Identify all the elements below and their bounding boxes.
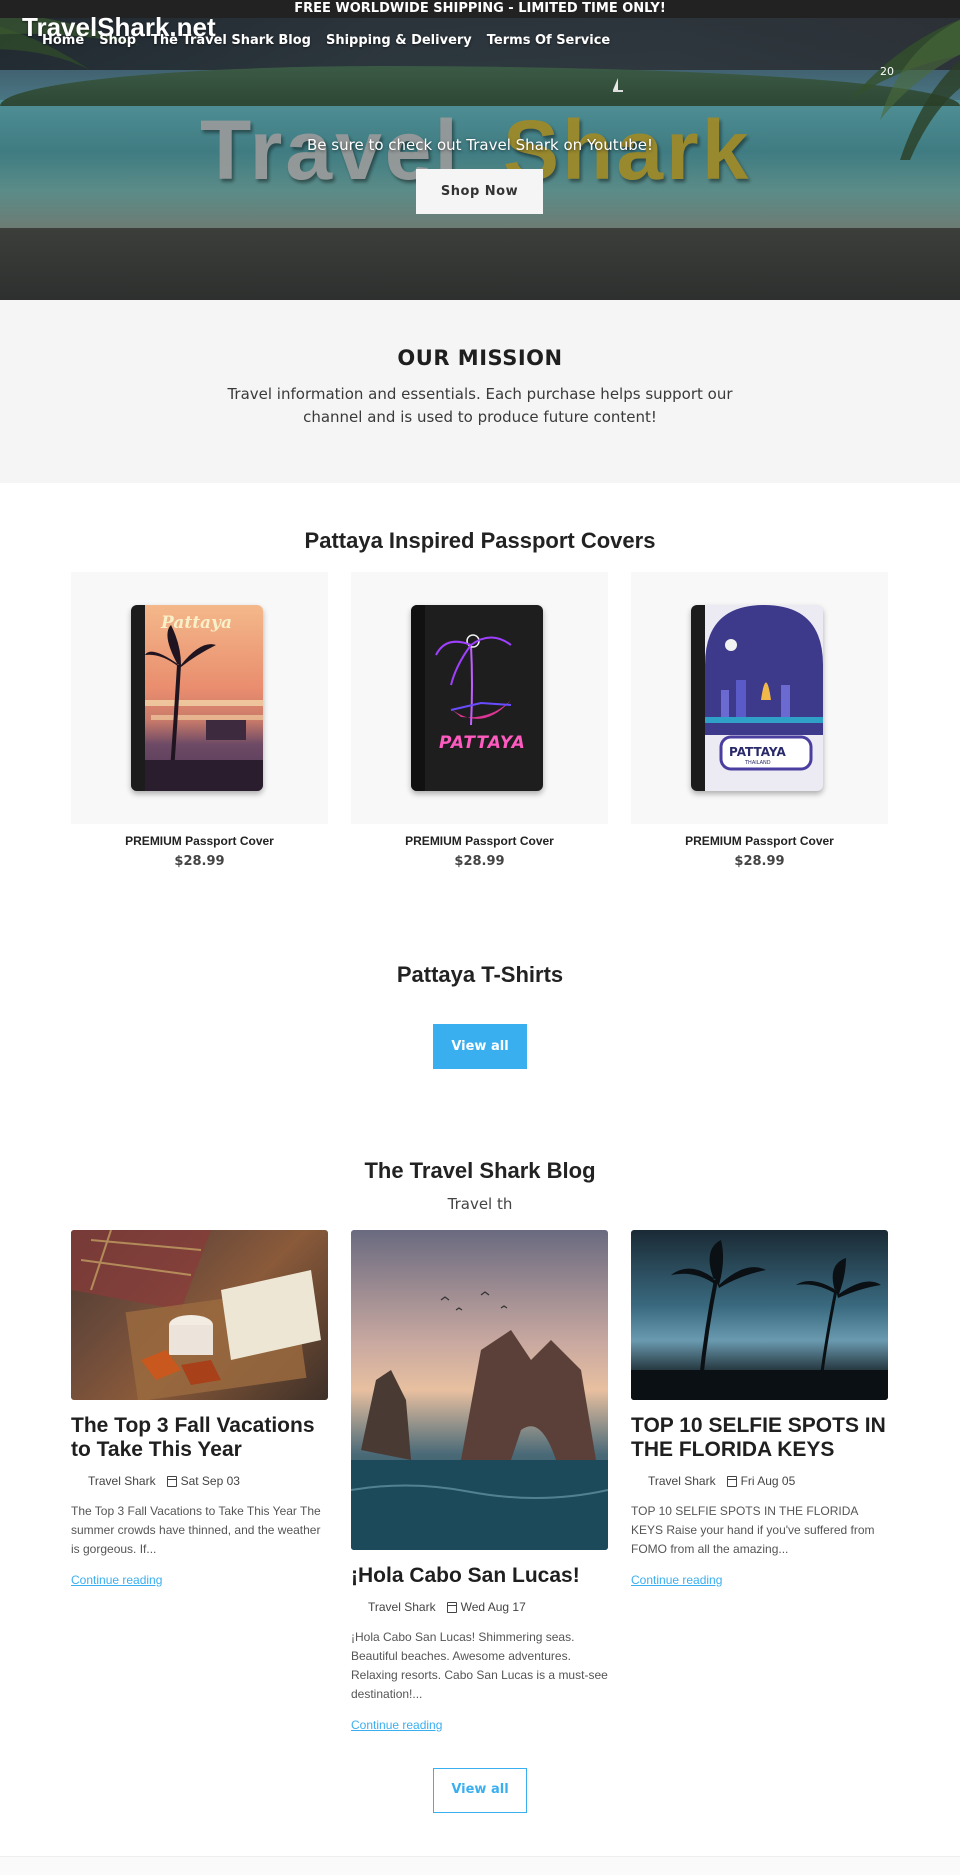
nav-shop[interactable]: Shop xyxy=(99,33,136,48)
blog-post-meta: Travel Shark Wed Aug 17 xyxy=(351,1600,608,1614)
product-price: $28.99 xyxy=(174,854,225,869)
blog-post-author: Travel Shark xyxy=(368,1600,436,1614)
blog-post-title[interactable]: ¡Hola Cabo San Lucas! xyxy=(351,1564,608,1588)
nav-shipping[interactable]: Shipping & Delivery xyxy=(326,33,472,48)
cover-text: Pattaya xyxy=(161,613,232,633)
mission-section: OUR MISSION Travel information and essen… xyxy=(0,300,960,483)
product-name[interactable]: PREMIUM Passport Cover xyxy=(71,834,328,848)
continue-reading-link[interactable]: Continue reading xyxy=(71,1573,328,1587)
blog-post-title[interactable]: TOP 10 SELFIE SPOTS IN THE FLORIDA KEYS xyxy=(631,1414,888,1462)
blog-post-image[interactable] xyxy=(631,1230,888,1400)
blog-post-date: Sat Sep 03 xyxy=(180,1474,240,1488)
nav-terms[interactable]: Terms Of Service xyxy=(487,33,610,48)
blog-post-card: The Top 3 Fall Vacations to Take This Ye… xyxy=(71,1230,328,1587)
blog-section-title: The Travel Shark Blog xyxy=(364,1158,596,1183)
cart-count: 20 xyxy=(880,65,894,78)
blog-post-image[interactable] xyxy=(71,1230,328,1400)
product-price: $28.99 xyxy=(734,854,785,869)
cabo-arch-photo xyxy=(351,1291,608,1550)
product-image[interactable]: PATTAYA xyxy=(351,572,608,824)
passport-cover-pattaya-city: PATTAYA THAILAND xyxy=(691,605,823,791)
nav-home[interactable]: Home xyxy=(42,33,84,48)
blog-post-author: Travel Shark xyxy=(88,1474,156,1488)
calendar-icon xyxy=(166,1475,177,1487)
product-card[interactable]: PATTAYA PREMIUM Passport Cover $28.99 xyxy=(351,572,608,869)
neon-palm-icon xyxy=(435,634,512,726)
continue-reading-link[interactable]: Continue reading xyxy=(351,1718,608,1732)
passport-section-title: Pattaya Inspired Passport Covers xyxy=(304,528,656,553)
cover-text: PATTAYA xyxy=(729,745,786,759)
mission-title: OUR MISSION xyxy=(397,346,563,370)
calendar-icon xyxy=(446,1601,457,1613)
blog-post-author: Travel Shark xyxy=(648,1474,716,1488)
blog-post-image[interactable] xyxy=(351,1230,608,1550)
cover-subtext: THAILAND xyxy=(745,760,771,766)
shop-now-button[interactable]: Shop Now xyxy=(416,169,543,214)
blog-view-all-button[interactable]: View all xyxy=(433,1768,527,1813)
passport-cover-pattaya-neon: PATTAYA xyxy=(411,605,543,791)
product-image[interactable]: PATTAYA THAILAND xyxy=(631,572,888,824)
nav-blog[interactable]: The Travel Shark Blog xyxy=(151,33,311,48)
tshirt-view-all-button[interactable]: View all xyxy=(433,1024,527,1069)
blog-post-meta: Travel Shark Sat Sep 03 xyxy=(71,1474,328,1488)
blog-post-date: Wed Aug 17 xyxy=(460,1600,526,1614)
cover-text: PATTAYA xyxy=(439,733,526,753)
sailboat-icon xyxy=(613,78,623,92)
blog-post-title[interactable]: The Top 3 Fall Vacations to Take This Ye… xyxy=(71,1414,328,1462)
tshirt-section-title: Pattaya T-Shirts xyxy=(396,962,564,987)
product-name[interactable]: PREMIUM Passport Cover xyxy=(631,834,888,848)
mission-text: Travel information and essentials. Each … xyxy=(227,385,733,426)
blog-post-excerpt: ¡Hola Cabo San Lucas! Shimmering seas. B… xyxy=(351,1630,608,1701)
continue-reading-link[interactable]: Continue reading xyxy=(631,1573,888,1587)
blog-post-excerpt: The Top 3 Fall Vacations to Take This Ye… xyxy=(71,1504,321,1556)
palm-silhouette-photo xyxy=(631,1240,888,1400)
product-image[interactable]: Pattaya xyxy=(71,572,328,824)
product-price: $28.99 xyxy=(454,854,505,869)
blog-post-card: TOP 10 SELFIE SPOTS IN THE FLORIDA KEYS … xyxy=(631,1230,888,1587)
hero-subtitle: Be sure to check out Travel Shark on You… xyxy=(307,136,653,154)
product-card[interactable]: PATTAYA THAILAND PREMIUM Passport Cover … xyxy=(631,572,888,869)
product-name[interactable]: PREMIUM Passport Cover xyxy=(351,834,608,848)
product-card[interactable]: Pattaya PREMIUM Passport Cover $28.99 xyxy=(71,572,328,869)
main-nav: Home Shop The Travel Shark Blog Shipping… xyxy=(42,33,610,48)
blog-post-card: ¡Hola Cabo San Lucas! Travel Shark Wed A… xyxy=(351,1230,608,1732)
hero-beach xyxy=(0,228,960,300)
footer-divider xyxy=(0,1856,960,1875)
passport-cover-pattaya-sunset: Pattaya xyxy=(131,605,263,791)
blog-post-excerpt: TOP 10 SELFIE SPOTS IN THE FLORIDA KEYS … xyxy=(631,1504,875,1556)
blog-section-subtitle: Travel th xyxy=(447,1195,513,1213)
cart-link[interactable]: 20 xyxy=(880,60,894,78)
calendar-icon xyxy=(726,1475,737,1487)
blog-post-date: Fri Aug 05 xyxy=(740,1474,796,1488)
blog-post-meta: Travel Shark Fri Aug 05 xyxy=(631,1474,888,1488)
cocoa-blanket-photo xyxy=(71,1230,321,1400)
